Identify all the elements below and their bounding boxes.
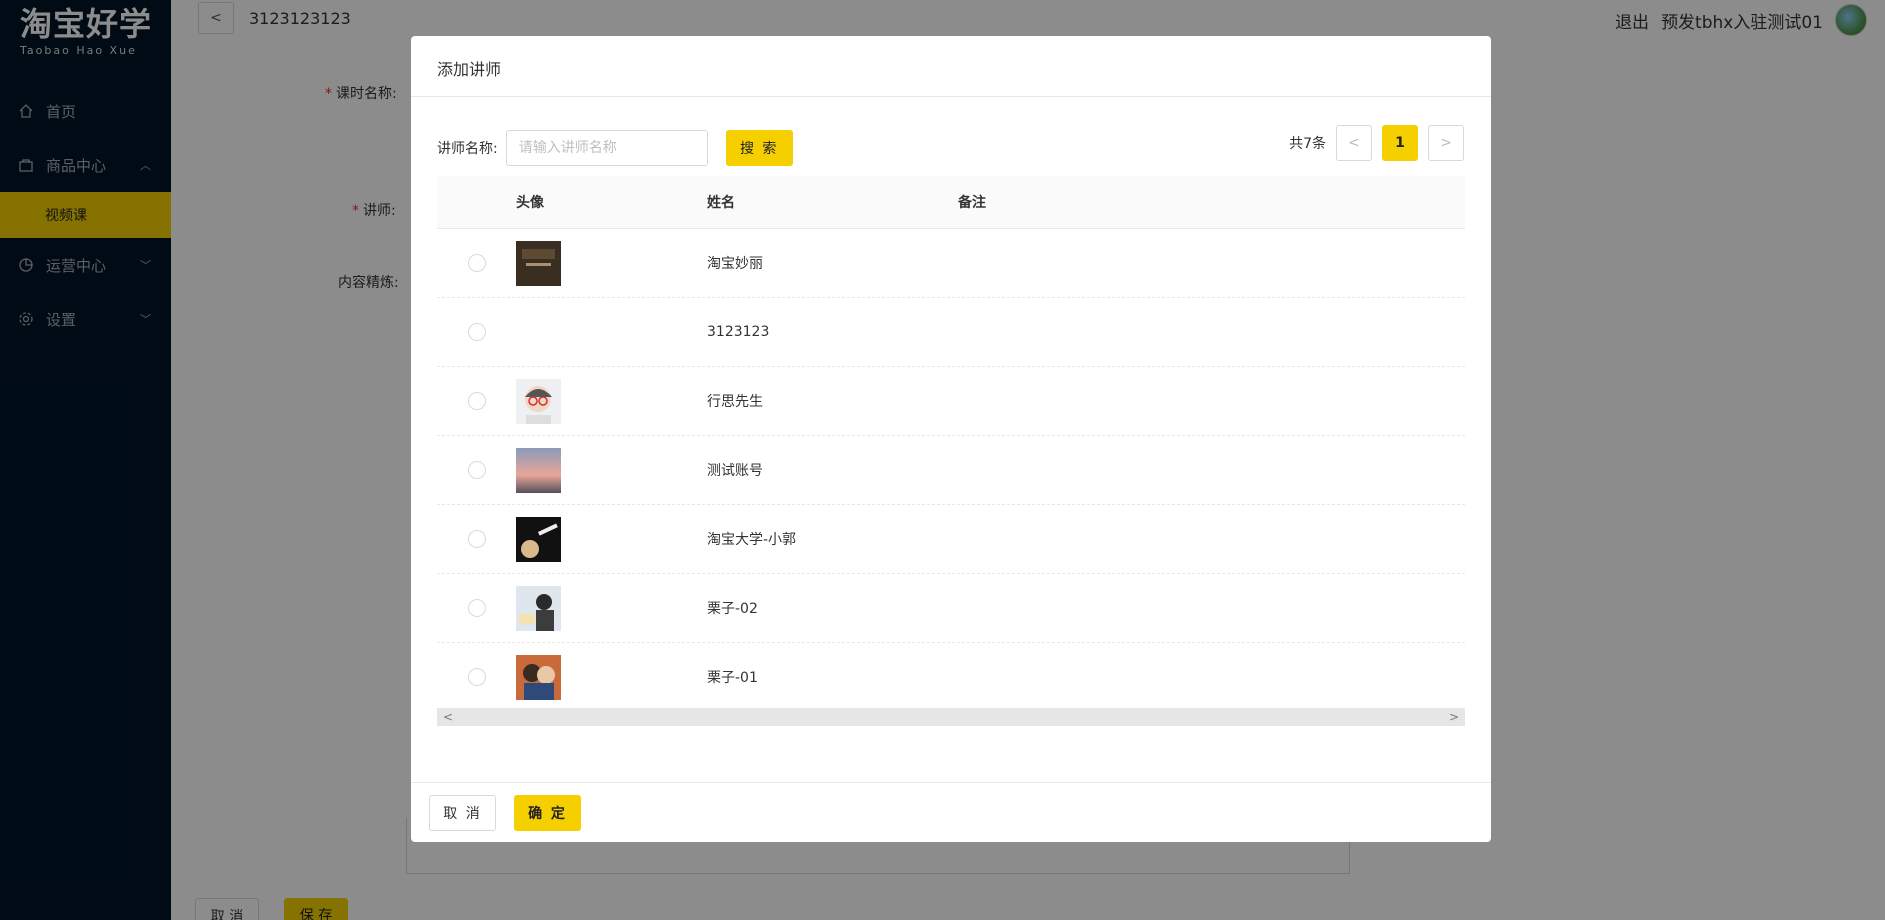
teacher-search-input[interactable] [505,130,708,166]
teacher-avatar [516,585,561,631]
teacher-avatar [516,654,561,700]
teacher-name: 行思先生 [707,394,763,410]
table-header: 头像 姓名 备注 [437,176,1465,229]
table-row[interactable]: 淘宝妙丽 [437,229,1465,298]
modal-footer: 取 消 确 定 [411,782,1491,842]
row-radio[interactable] [467,254,486,272]
teacher-table: 头像 姓名 备注 淘宝妙丽 3123123 行思先生 测试账号 淘宝大学-小郭 … [437,176,1465,712]
row-radio[interactable] [467,668,486,686]
row-radio[interactable] [467,392,486,410]
next-page-button[interactable]: > [1428,125,1464,161]
chevron-right-icon[interactable]: > [1449,710,1459,724]
search-button[interactable]: 搜 索 [725,130,793,166]
table-row[interactable]: 测试账号 [437,436,1465,505]
table-row[interactable]: 淘宝大学-小郭 [437,505,1465,574]
modal-cancel-button[interactable]: 取 消 [429,794,496,831]
prev-page-button[interactable]: < [1336,125,1372,161]
teacher-avatar [516,378,561,424]
chevron-right-icon: > [1440,135,1452,151]
teacher-name: 栗子-01 [707,670,758,686]
page-1-button[interactable]: 1 [1382,125,1418,161]
row-radio[interactable] [467,530,486,548]
total-count: 共7条 [1289,136,1326,152]
search-label: 讲师名称: [437,141,498,157]
teacher-avatar [516,516,561,562]
teacher-name: 测试账号 [707,463,763,479]
table-row[interactable]: 行思先生 [437,367,1465,436]
modal-title: 添加讲师 [411,36,1491,97]
teacher-name: 淘宝大学-小郭 [707,532,797,548]
teacher-avatar [516,447,561,493]
table-row[interactable]: 3123123 [437,298,1465,367]
row-radio[interactable] [467,599,486,617]
column-header-avatar: 头像 [516,195,544,211]
modal-confirm-button[interactable]: 确 定 [514,794,581,831]
chevron-left-icon[interactable]: < [443,710,453,724]
teacher-name: 3123123 [707,324,770,340]
column-header-name: 姓名 [707,195,735,211]
table-row[interactable]: 栗子-01 [437,643,1465,712]
row-radio[interactable] [467,323,486,341]
teacher-name: 栗子-02 [707,601,758,617]
column-header-note: 备注 [958,195,986,211]
horizontal-scrollbar[interactable]: < > [437,708,1465,726]
teacher-name: 淘宝妙丽 [707,256,763,272]
add-teacher-modal: 添加讲师 讲师名称: 搜 索 共7条 < 1 > 头像 姓名 备注 淘宝妙丽 [411,36,1491,842]
table-row[interactable]: 栗子-02 [437,574,1465,643]
chevron-left-icon: < [1348,135,1360,151]
teacher-avatar [516,240,561,286]
pagination: 共7条 < 1 > [1289,125,1464,161]
row-radio[interactable] [467,461,486,479]
